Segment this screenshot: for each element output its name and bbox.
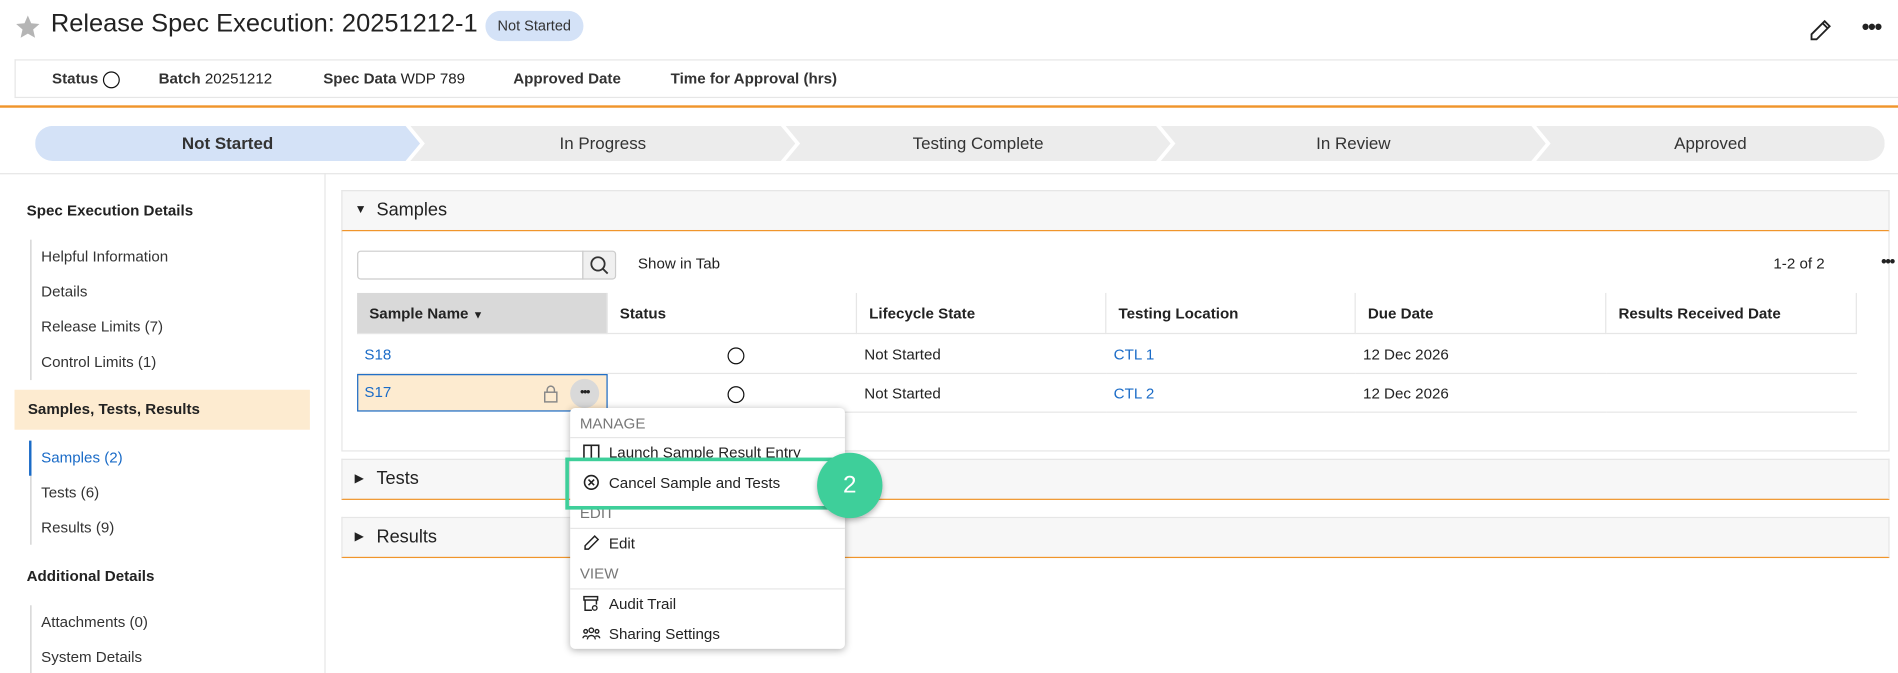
lock-icon <box>543 385 558 403</box>
results-received-cell <box>1606 374 1857 413</box>
due-date-cell: 12 Dec 2026 <box>1355 374 1607 413</box>
show-in-tab-link[interactable]: Show in Tab <box>638 255 720 272</box>
sidebar-heading: Additional Details <box>26 567 155 585</box>
menu-separator <box>570 588 845 590</box>
menu-group-view: VIEW <box>579 565 619 583</box>
pagination: 1-2 of 2 <box>1773 255 1825 273</box>
lifecycle-cell: Not Started <box>857 335 1107 375</box>
sidebar-item-control-limits[interactable]: Control Limits (1) <box>41 353 156 370</box>
pencil-icon <box>584 535 600 550</box>
more-actions-button[interactable]: ••• <box>1862 15 1882 40</box>
samples-section-header[interactable]: ▼ Samples <box>341 190 1890 232</box>
time-for-approval-field: Time for Approval (hrs) <box>670 70 838 88</box>
column-header-due-date[interactable]: Due Date <box>1355 292 1607 335</box>
status-field: Status <box>52 70 120 89</box>
results-received-cell <box>1606 335 1857 375</box>
sidebar-item-helpful-information[interactable]: Helpful Information <box>41 248 168 265</box>
lifecycle-cell: Not Started <box>857 374 1107 413</box>
page: Release Spec Execution: 20251212-1 Not S… <box>0 0 1898 673</box>
batch-value: 20251212 <box>204 70 273 88</box>
stage-approved: Approved <box>1536 125 1885 161</box>
sidebar-item-details[interactable]: Details <box>41 283 87 300</box>
stage-testing-complete: Testing Complete <box>786 126 1171 161</box>
sidebar-item-tests[interactable]: Tests (6) <box>41 484 99 501</box>
menu-item-edit[interactable]: Edit <box>582 534 635 552</box>
table-row: S18 Not Started CTL 1 12 Dec 2026 <box>357 335 1857 375</box>
search-input[interactable] <box>357 250 584 280</box>
page-title: Release Spec Execution: 20251212-1 <box>50 9 478 38</box>
not-started-circle-icon <box>727 385 745 403</box>
row-actions-button[interactable]: ••• <box>570 378 600 408</box>
sample-name-cell-selected[interactable]: S17 ••• <box>357 374 608 412</box>
sidebar-item-attachments[interactable]: Attachments (0) <box>41 614 148 631</box>
users-icon <box>582 627 601 640</box>
sidebar-item-system-details[interactable]: System Details <box>41 649 142 666</box>
column-header-testing-location[interactable]: Testing Location <box>1106 292 1356 335</box>
stage-not-started: Not Started <box>35 126 420 161</box>
table-more-button[interactable]: ••• <box>1881 252 1895 270</box>
sidebar-section-samples-tests-results[interactable]: Samples, Tests, Results <box>14 389 310 430</box>
sidebar-rail <box>30 239 32 381</box>
status-circle-icon <box>102 71 120 89</box>
sort-desc-icon: ▼ <box>472 308 484 321</box>
testing-location-link[interactable]: CTL 2 <box>1106 374 1356 413</box>
menu-separator <box>570 527 845 529</box>
menu-separator <box>570 436 845 439</box>
search-button[interactable] <box>582 250 617 280</box>
column-header-results-received-date[interactable]: Results Received Date <box>1606 292 1857 335</box>
callout-step-number: 2 <box>817 452 883 519</box>
row-context-menu: MANAGE Launch Sample Result Entry Cancel… <box>570 407 845 649</box>
caret-right-icon: ▶ <box>354 530 365 544</box>
batch-field: Batch 20251212 <box>158 70 273 88</box>
status-cell <box>607 335 858 375</box>
menu-item-sharing-settings[interactable]: Sharing Settings <box>582 625 720 643</box>
not-started-circle-icon <box>727 347 745 365</box>
caret-right-icon: ▶ <box>354 472 365 486</box>
status-badge: Not Started <box>485 10 584 42</box>
sidebar-item-results[interactable]: Results (9) <box>41 519 114 536</box>
divider <box>0 105 1898 108</box>
approved-date-field: Approved Date <box>513 70 621 88</box>
menu-item-audit-trail[interactable]: Audit Trail <box>582 594 676 612</box>
caret-down-icon: ▼ <box>354 203 367 217</box>
sample-name-link[interactable]: S17 <box>364 384 391 401</box>
sample-name-link[interactable]: S18 <box>357 335 608 375</box>
column-header-sample-name[interactable]: Sample Name ▼ <box>357 292 608 335</box>
pencil-icon[interactable] <box>1808 17 1832 44</box>
stage-in-review: In Review <box>1161 126 1546 161</box>
callout-highlight <box>565 457 836 510</box>
column-header-lifecycle-state[interactable]: Lifecycle State <box>857 292 1107 335</box>
star-icon[interactable] <box>15 13 42 40</box>
search-icon <box>590 256 609 275</box>
due-date-cell: 12 Dec 2026 <box>1355 335 1607 375</box>
sidebar-item-samples[interactable]: Samples (2) <box>41 449 123 466</box>
active-indicator <box>29 440 32 476</box>
sidebar-rail <box>30 605 32 673</box>
testing-location-link[interactable]: CTL 1 <box>1106 335 1356 375</box>
menu-group-manage: MANAGE <box>579 415 646 433</box>
info-bar: Status Batch 20251212 Spec Data WDP 789 … <box>14 59 1898 99</box>
section-title: Samples <box>376 199 448 221</box>
sidebar-heading: Spec Execution Details <box>26 202 194 220</box>
audit-trail-icon <box>583 595 599 611</box>
spec-data-field: Spec Data WDP 789 <box>323 70 466 88</box>
stage-in-progress: In Progress <box>410 126 795 161</box>
section-title: Results <box>376 526 438 548</box>
sidebar-item-release-limits[interactable]: Release Limits (7) <box>41 318 163 335</box>
column-header-status[interactable]: Status <box>607 292 858 335</box>
divider <box>0 173 1898 175</box>
sidebar-divider <box>324 173 326 673</box>
spec-value: WDP 789 <box>400 70 466 88</box>
section-title: Tests <box>376 468 419 490</box>
